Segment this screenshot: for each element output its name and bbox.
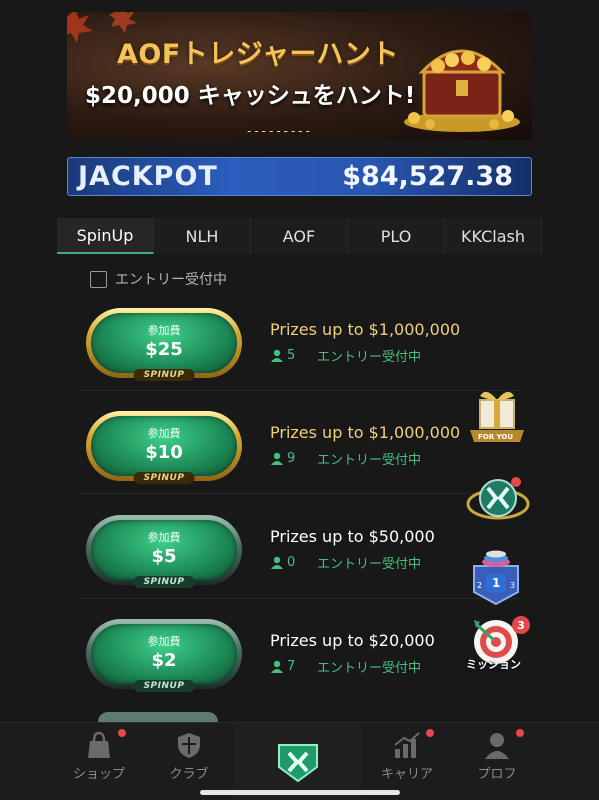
nav-club[interactable]: クラブ xyxy=(144,723,234,800)
banner-title: AOFトレジャーハント xyxy=(117,39,399,70)
banner-code: --------- xyxy=(247,124,313,138)
buyin-price: $5 xyxy=(151,545,177,567)
notification-dot xyxy=(516,729,524,737)
tournament-row[interactable]: 参加費 $25 SPINUP Prizes up to $1,000,000 5… xyxy=(80,291,520,394)
tournament-row[interactable]: 参加費 $10 SPINUP Prizes up to $1,000,000 9… xyxy=(80,394,520,497)
ranking-button[interactable]: 1 2 3 xyxy=(468,548,524,606)
tab-plo[interactable]: PLO xyxy=(348,218,445,254)
career-chart-icon xyxy=(394,732,420,758)
kk-home-icon xyxy=(278,744,318,783)
banner-subtitle: $20,000 キャッシュをハント! xyxy=(85,83,416,109)
nav-club-label: クラブ xyxy=(169,767,209,782)
player-count: 9 xyxy=(287,451,296,466)
player-count: 5 xyxy=(287,348,296,363)
buyin-price: $25 xyxy=(145,338,183,360)
spinup-tag: SPINUP xyxy=(133,575,195,588)
tab-spinup[interactable]: SpinUp xyxy=(57,218,154,254)
nav-career[interactable]: キャリア xyxy=(362,723,452,800)
player-count-icon xyxy=(271,556,283,569)
tab-aof[interactable]: AOF xyxy=(251,218,348,254)
notification-dot xyxy=(426,729,434,737)
player-count-icon xyxy=(271,660,283,673)
game-tabs: SpinUp NLH AOF PLO KKClash xyxy=(57,218,542,254)
entry-status: エントリー受付中 xyxy=(317,557,422,572)
jackpot-bar[interactable]: JACKPOT $84,527.38 xyxy=(67,157,532,196)
jackpot-value: $84,527.38 xyxy=(342,161,513,192)
entry-status: エントリー受付中 xyxy=(317,661,422,676)
entry-open-filter[interactable]: エントリー受付中 xyxy=(90,269,227,289)
for-you-gift-button[interactable]: FOR YOU xyxy=(466,386,528,454)
buyin-ticket[interactable]: 参加費 $2 SPINUP xyxy=(86,618,242,692)
buyin-ticket[interactable]: 参加費 $10 SPINUP xyxy=(86,410,242,484)
shopping-bag-icon xyxy=(88,731,110,758)
prize-text: Prizes up to $1,000,000 xyxy=(270,423,461,442)
jackpot-label: JACKPOT xyxy=(78,161,218,192)
notification-dot xyxy=(118,729,126,737)
tab-nlh[interactable]: NLH xyxy=(154,218,251,254)
bottom-navigation: ショップ クラブ キャリア プロフ xyxy=(0,722,599,800)
rank-left: 2 xyxy=(477,581,483,590)
fee-label: 参加費 xyxy=(147,426,181,440)
entry-status: エントリー受付中 xyxy=(317,350,422,365)
tournament-row[interactable]: 参加費 $5 SPINUP Prizes up to $50,000 0 エント… xyxy=(80,498,520,601)
mission-count-badge: 3 xyxy=(512,616,530,634)
fee-label: 参加費 xyxy=(147,530,181,544)
home-indicator[interactable] xyxy=(200,790,400,795)
tab-kkclash[interactable]: KKClash xyxy=(445,218,542,254)
spinup-tag: SPINUP xyxy=(133,679,195,692)
mission-label: ミッション xyxy=(466,658,521,671)
buyin-ticket[interactable]: 参加費 $25 SPINUP xyxy=(86,307,242,381)
next-ticket-peek xyxy=(98,712,218,722)
row-divider xyxy=(80,493,520,494)
kk-logo-button[interactable] xyxy=(466,474,530,526)
rank-right: 3 xyxy=(510,581,516,590)
prize-text: Prizes up to $1,000,000 xyxy=(270,320,461,339)
entry-status: エントリー受付中 xyxy=(317,453,422,468)
nav-profile[interactable]: プロフ xyxy=(452,723,542,800)
entry-open-checkbox[interactable] xyxy=(90,270,107,288)
tournament-row[interactable]: 参加費 $2 SPINUP Prizes up to $20,000 7 エント… xyxy=(80,602,520,705)
nav-shop-label: ショップ xyxy=(72,767,125,782)
fee-label: 参加費 xyxy=(147,323,181,337)
spinup-tag: SPINUP xyxy=(133,471,195,484)
player-count: 0 xyxy=(287,555,296,570)
nav-career-label: キャリア xyxy=(380,767,433,782)
nav-profile-label: プロフ xyxy=(477,767,517,782)
rank-number: 1 xyxy=(492,576,501,590)
prize-text: Prizes up to $50,000 xyxy=(270,527,435,546)
row-divider xyxy=(80,598,520,599)
buyin-price: $10 xyxy=(145,441,183,463)
player-count-icon xyxy=(271,452,283,465)
kk-emblem-icon xyxy=(466,477,530,520)
row-divider xyxy=(80,390,520,391)
profile-person-icon xyxy=(485,733,509,759)
shield-icon xyxy=(178,733,200,758)
for-you-label: FOR YOU xyxy=(478,433,514,441)
promo-banner[interactable]: AOFトレジャーハント $20,000 キャッシュをハント! --------- xyxy=(67,12,532,140)
buyin-price: $2 xyxy=(151,649,177,671)
nav-home[interactable] xyxy=(234,723,362,800)
player-count-icon xyxy=(271,349,283,362)
player-count: 7 xyxy=(287,659,296,674)
nav-shop[interactable]: ショップ xyxy=(54,723,144,800)
buyin-ticket[interactable]: 参加費 $5 SPINUP xyxy=(86,514,242,588)
treasure-chest-icon xyxy=(404,49,520,132)
entry-open-label: エントリー受付中 xyxy=(115,272,227,288)
fee-label: 参加費 xyxy=(147,634,181,648)
gift-box-icon xyxy=(470,391,524,442)
spinup-tag: SPINUP xyxy=(133,368,195,381)
prize-text: Prizes up to $20,000 xyxy=(270,631,435,650)
